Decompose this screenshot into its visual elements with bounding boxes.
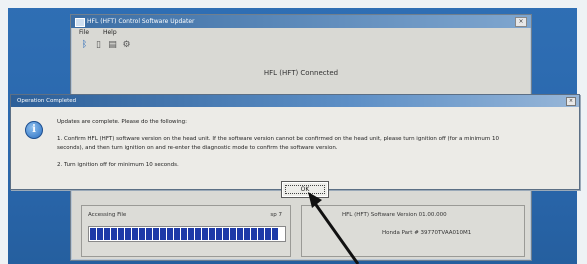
dialog-close-button[interactable]: × (566, 97, 576, 106)
progress-segment (237, 228, 243, 240)
progress-segment (125, 228, 131, 240)
printer-icon[interactable]: ▤ (107, 40, 118, 51)
window-titlebar: HFL (HFT) Control Software Updater × (71, 15, 531, 28)
part-number: Honda Part # 39770TVAA010M1 (382, 230, 472, 236)
dialog-message-step1-cont: seconds), and then turn ignition on and … (57, 145, 338, 151)
progress-segment (244, 228, 250, 240)
progress-fill (90, 228, 278, 240)
progress-segment (167, 228, 173, 240)
progress-segment (153, 228, 159, 240)
dialog-message-step2: 2. Turn ignition off for minimum 10 seco… (57, 162, 179, 168)
menu-bar: File Help (71, 28, 531, 38)
progress-segment (139, 228, 145, 240)
progress-segment (265, 228, 271, 240)
progress-segment (216, 228, 222, 240)
bluetooth-icon[interactable]: ᛒ (79, 40, 90, 51)
progress-segment (272, 228, 278, 240)
progress-value: sp 7 (270, 212, 282, 218)
progress-label: Accessing File (88, 212, 127, 218)
photo-border-left (0, 0, 8, 264)
document-icon[interactable]: ▯ (93, 40, 104, 51)
progress-segment (251, 228, 257, 240)
info-icon: i (25, 121, 43, 139)
progress-segment (181, 228, 187, 240)
progress-segment (209, 228, 215, 240)
dialog-message-heading: Updates are complete. Please do the foll… (57, 119, 187, 125)
photo-border-top (0, 0, 587, 8)
gear-icon[interactable]: ⚙ (121, 40, 132, 51)
dialog-titlebar: Operation Completed × (11, 95, 579, 107)
progress-segment (104, 228, 110, 240)
pointer-arrow (308, 192, 360, 264)
progress-segment (230, 228, 236, 240)
window-close-button[interactable]: × (515, 17, 527, 27)
toolbar: ᛒ ▯ ▤ ⚙ (71, 38, 531, 54)
progress-segment (188, 228, 194, 240)
progress-segment (160, 228, 166, 240)
progress-bar (88, 226, 286, 242)
progress-segment (258, 228, 264, 240)
progress-segment (132, 228, 138, 240)
progress-segment (202, 228, 208, 240)
app-icon (75, 18, 85, 27)
progress-segment (195, 228, 201, 240)
progress-segment (111, 228, 117, 240)
menu-file[interactable]: File (79, 29, 89, 36)
progress-segment (174, 228, 180, 240)
progress-segment (118, 228, 124, 240)
menu-help[interactable]: Help (103, 29, 117, 36)
progress-panel: Accessing File sp 7 (81, 205, 291, 257)
progress-segment (146, 228, 152, 240)
progress-segment (90, 228, 96, 240)
completion-dialog: Operation Completed × i Updates are comp… (10, 94, 580, 198)
window-title: HFL (HFT) Control Software Updater (87, 18, 195, 25)
dialog-message-step1: 1. Confirm HFL (HFT) software version on… (57, 136, 499, 142)
progress-segment (97, 228, 103, 240)
connection-status: HFL (HFT) Connected (263, 69, 339, 77)
progress-segment (223, 228, 229, 240)
dialog-title: Operation Completed (17, 98, 77, 104)
